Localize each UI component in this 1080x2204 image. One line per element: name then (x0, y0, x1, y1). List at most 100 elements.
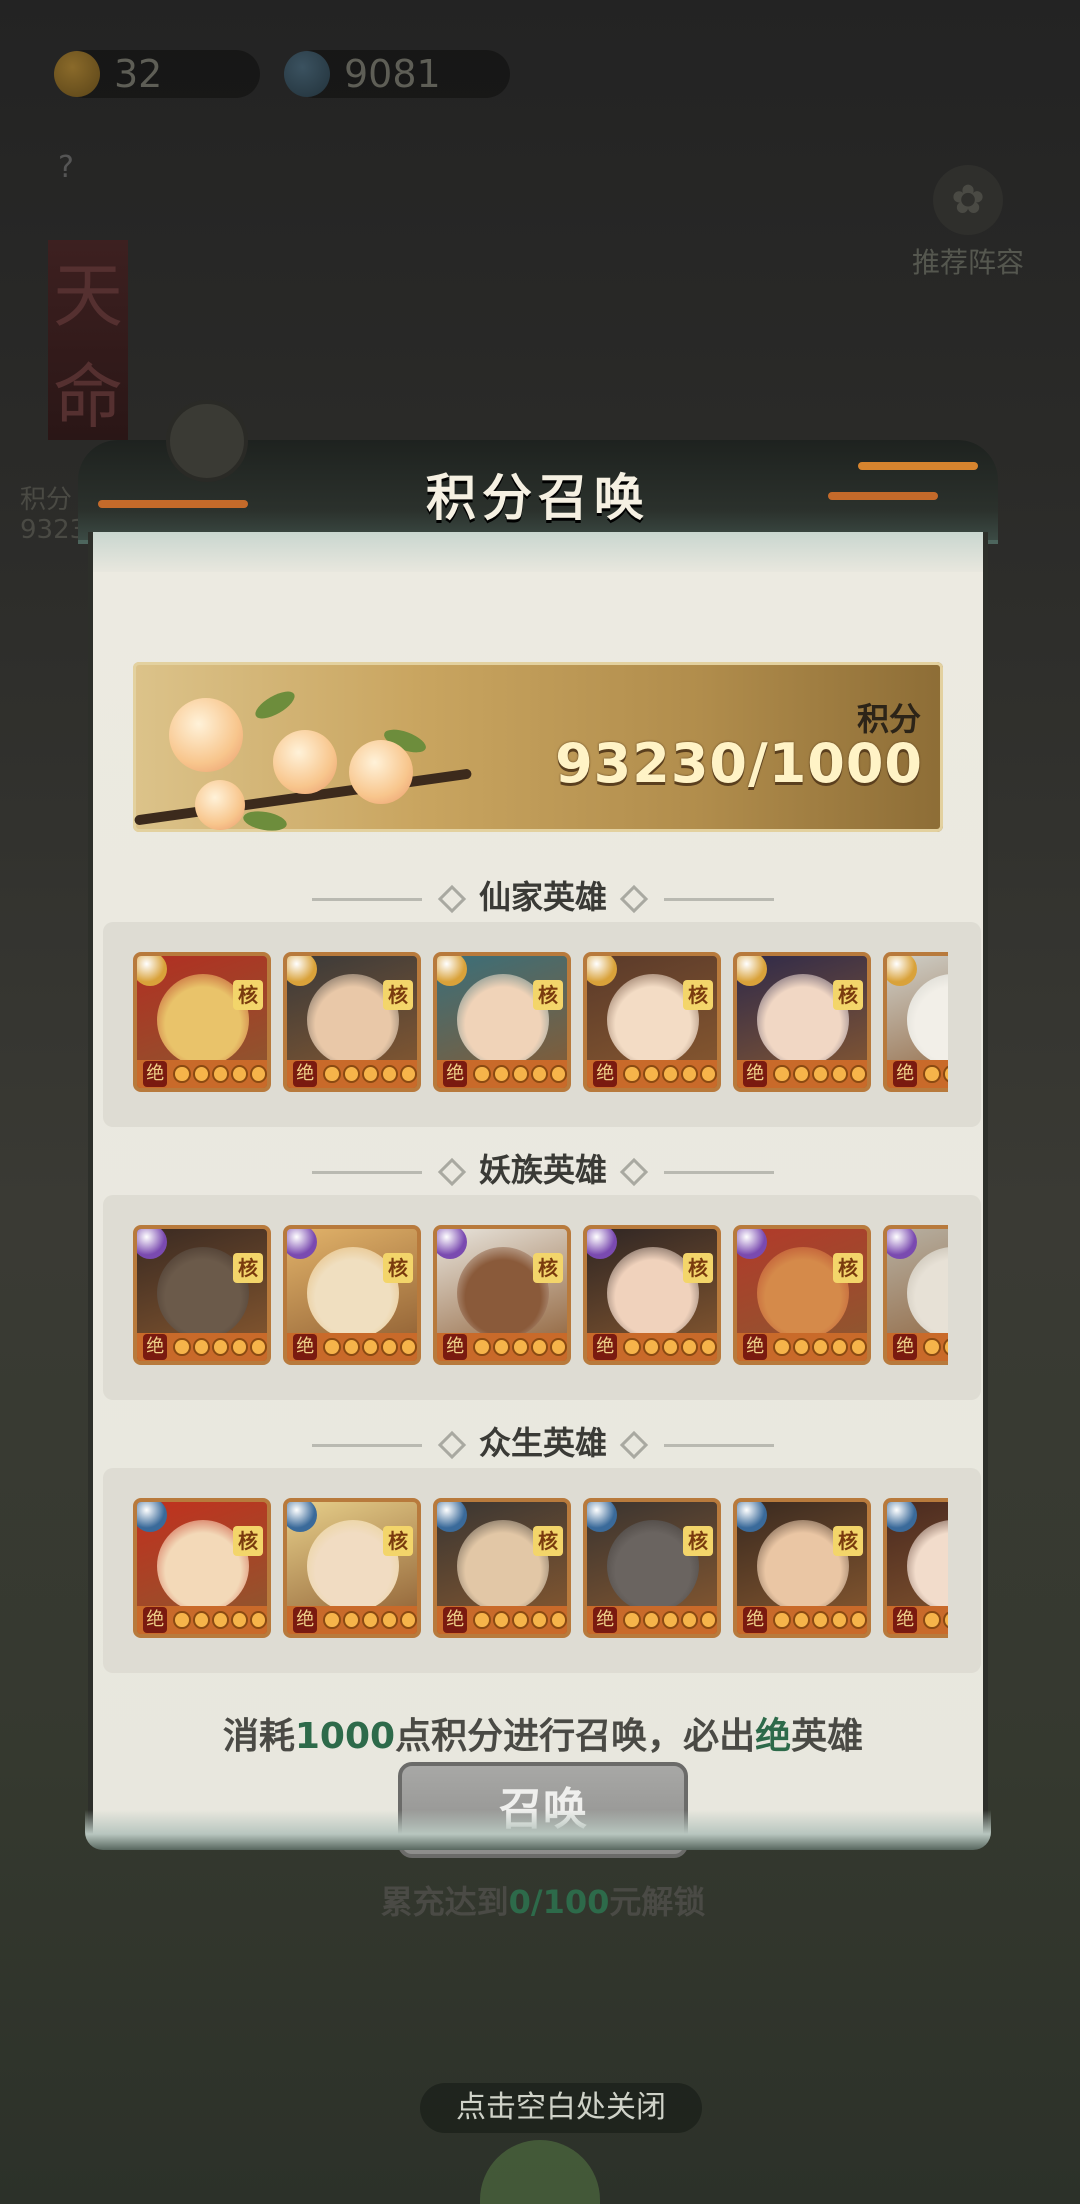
hero-strip[interactable]: 核绝核绝核绝核绝核绝核绝 (133, 952, 948, 1092)
star-icon (642, 1338, 660, 1356)
hero-card[interactable]: 核绝 (583, 952, 721, 1092)
star-icon (380, 1065, 398, 1083)
hero-strip[interactable]: 核绝核绝核绝核绝核绝核绝 (133, 1225, 948, 1365)
hero-card[interactable]: 核绝 (433, 952, 571, 1092)
star-bar: 绝 (437, 1606, 567, 1634)
rank-badge: 绝 (593, 1607, 618, 1633)
section-title-demon: 妖族英雄 (93, 1145, 993, 1191)
star-icon (811, 1338, 829, 1356)
star-icon (323, 1611, 341, 1629)
star-bar: 绝 (437, 1060, 567, 1088)
points-summon-dialog: 积分召唤 积分 93230/1000 仙家英雄 核绝核绝核绝核绝核 绝 绝 妖族… (78, 400, 998, 1921)
star-icon (661, 1065, 679, 1083)
help-icon: ? (58, 150, 74, 185)
hero-card[interactable]: 核绝 (583, 1225, 721, 1365)
star-icon (361, 1338, 379, 1356)
hero-card[interactable]: 核绝 (133, 952, 271, 1092)
rank-badge: 绝 (743, 1061, 768, 1087)
hero-card[interactable]: 核绝 (883, 1225, 948, 1365)
rarity-gem-icon (737, 1229, 767, 1259)
core-tag: 核 (833, 980, 863, 1010)
rarity-gem-icon (587, 1229, 617, 1259)
paw-icon: ✿ (933, 165, 1003, 235)
star-bar: 绝 (287, 1606, 417, 1634)
hero-row-mortal[interactable]: 核绝核绝核绝核绝核绝核绝 (103, 1468, 981, 1673)
hero-card[interactable]: 核绝 (733, 952, 871, 1092)
star-icon (173, 1065, 191, 1083)
section-title-text: 妖族英雄 (478, 1151, 607, 1189)
rarity-gem-icon (437, 1229, 467, 1259)
rarity-gem-icon (137, 956, 167, 986)
peach-icon (349, 740, 413, 804)
hero-card[interactable]: 核绝 (283, 1225, 421, 1365)
star-icon (492, 1065, 510, 1083)
hero-card[interactable]: 核绝 (133, 1498, 271, 1638)
hero-card[interactable]: 核绝 (283, 952, 421, 1092)
star-icon (680, 1065, 698, 1083)
star-icon (623, 1338, 641, 1356)
star-icon (923, 1065, 941, 1083)
star-bar: 绝 (137, 1606, 267, 1634)
star-icon (549, 1338, 567, 1356)
hero-strip[interactable]: 核绝核绝核绝核绝核绝核绝 (133, 1498, 948, 1638)
section-title-mortal: 众生英雄 (93, 1418, 993, 1464)
star-icon (830, 1611, 848, 1629)
rank-badge: 绝 (893, 1061, 918, 1087)
hero-card[interactable]: 核绝 (433, 1498, 571, 1638)
star-icon (773, 1065, 791, 1083)
close-hint[interactable]: 点击空白处关闭 (420, 2083, 702, 2133)
hero-card[interactable]: 核绝 (583, 1498, 721, 1638)
hero-card[interactable]: 核绝 (283, 1498, 421, 1638)
rarity-gem-icon (137, 1502, 167, 1532)
peach-icon (273, 730, 337, 794)
rank-badge: 绝 (443, 1334, 468, 1360)
currency-value: 9081 (344, 52, 441, 96)
hero-card[interactable]: 核绝 (883, 1498, 948, 1638)
star-icon (530, 1338, 548, 1356)
rarity-gem-icon (887, 956, 917, 986)
section-title-immortal: 仙家英雄 (93, 872, 993, 918)
rarity-gem-icon (437, 1502, 467, 1532)
star-icon (473, 1611, 491, 1629)
hero-card[interactable]: 核绝 (133, 1225, 271, 1365)
star-icon (549, 1611, 567, 1629)
currency-value: 32 (114, 52, 163, 96)
star-icon (342, 1065, 360, 1083)
star-icon (811, 1611, 829, 1629)
star-icon (492, 1338, 510, 1356)
core-tag: 核 (833, 1253, 863, 1283)
hero-portrait (907, 974, 948, 1066)
star-icon (192, 1065, 210, 1083)
hero-card[interactable]: 核绝 (883, 952, 948, 1092)
star-icon (549, 1065, 567, 1083)
core-tag: 核 (233, 980, 263, 1010)
star-icon (380, 1338, 398, 1356)
star-icon (211, 1065, 229, 1083)
peach-icon (169, 698, 243, 772)
star-bar: 绝 (587, 1060, 717, 1088)
rarity-gem-icon (587, 956, 617, 986)
star-icon (830, 1065, 848, 1083)
rarity-gem-icon (737, 1502, 767, 1532)
hero-card[interactable]: 核绝 (733, 1498, 871, 1638)
dialog-body: 积分 93230/1000 仙家英雄 核绝核绝核绝核绝核绝核绝 妖族英雄 核绝核… (85, 532, 991, 1921)
rank-badge: 绝 (443, 1061, 468, 1087)
rank-badge: 绝 (593, 1061, 618, 1087)
star-icon (192, 1338, 210, 1356)
star-icon (192, 1611, 210, 1629)
star-icon (530, 1611, 548, 1629)
hero-row-immortal[interactable]: 核绝核绝核绝核绝核绝核绝 (103, 922, 981, 1127)
core-tag: 核 (683, 1526, 713, 1556)
star-icon (773, 1611, 791, 1629)
hero-card[interactable]: 核绝 (733, 1225, 871, 1365)
star-icon (942, 1065, 948, 1083)
rank-badge: 绝 (143, 1061, 168, 1087)
star-icon (399, 1065, 417, 1083)
star-bar: 绝 (737, 1606, 867, 1634)
star-icon (530, 1065, 548, 1083)
rank-badge: 绝 (743, 1607, 768, 1633)
hero-card[interactable]: 核绝 (433, 1225, 571, 1365)
star-icon (923, 1338, 941, 1356)
star-icon (642, 1611, 660, 1629)
hero-row-demon[interactable]: 核绝核绝核绝核绝核绝核绝 (103, 1195, 981, 1400)
